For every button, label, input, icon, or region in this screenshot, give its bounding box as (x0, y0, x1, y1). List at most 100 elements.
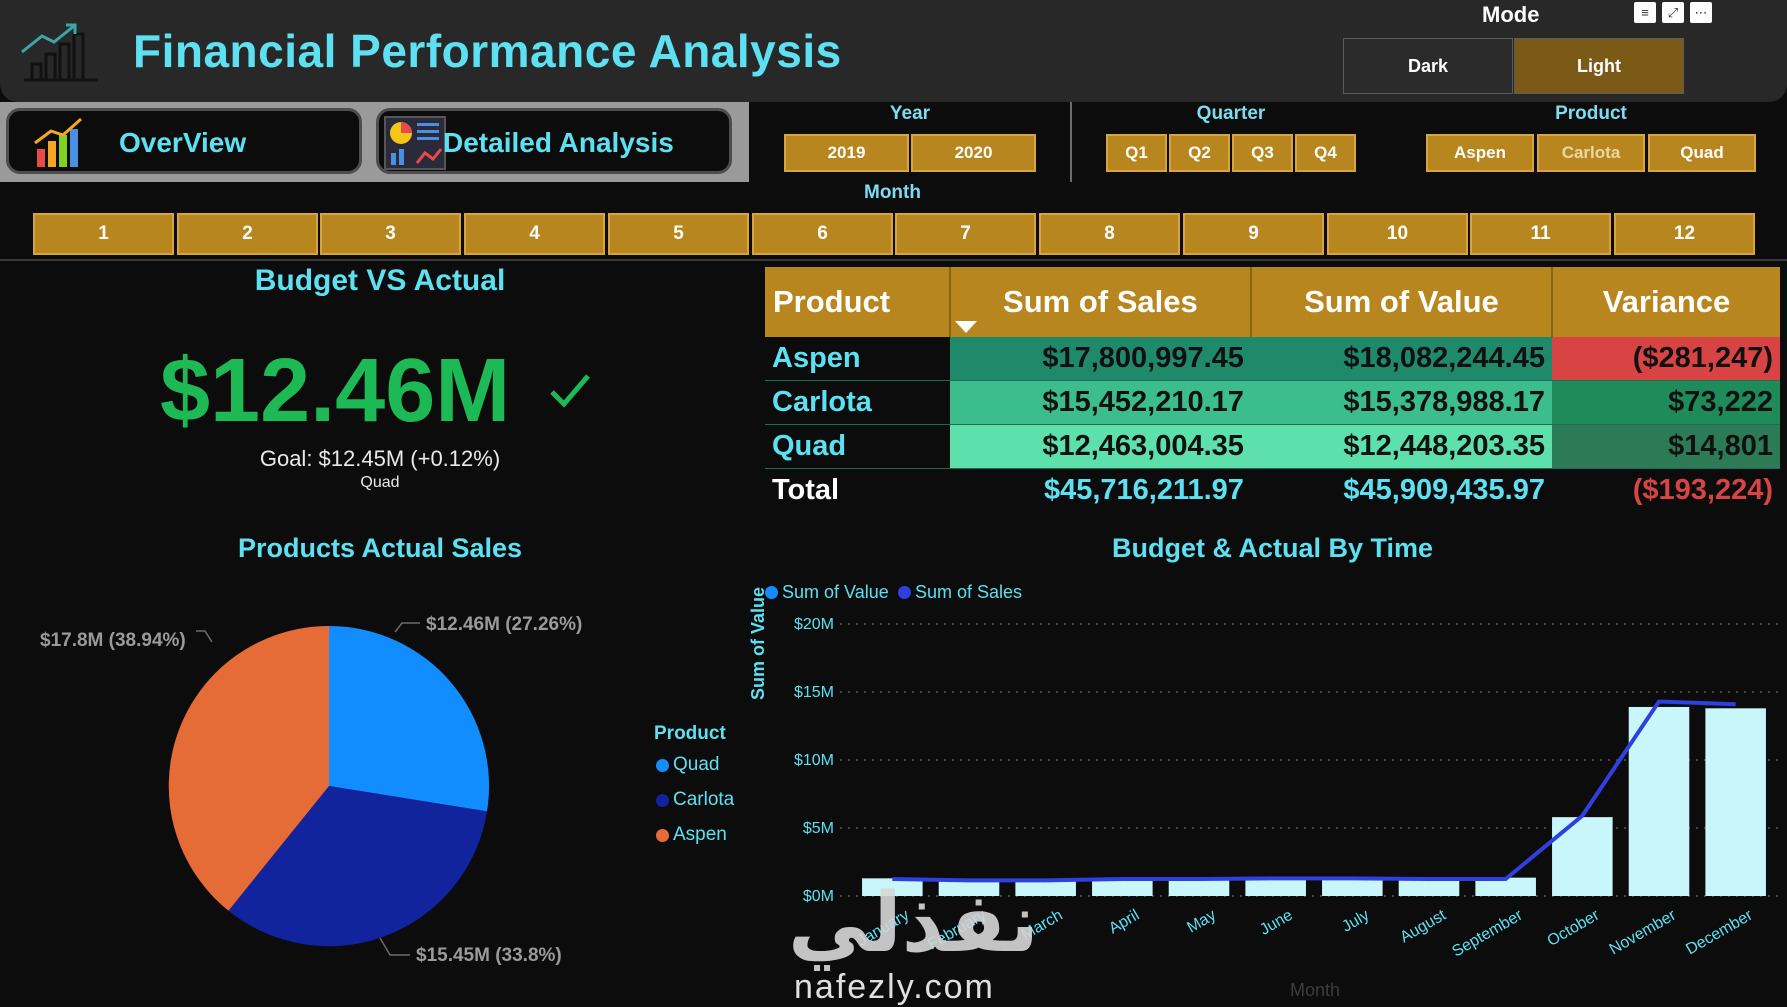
quarter-q3-button[interactable]: Q3 (1232, 134, 1293, 172)
table-total-label: Total (772, 474, 840, 506)
legend-label: Carlota (673, 789, 735, 810)
month-8-button[interactable]: 8 (1039, 213, 1180, 255)
colored-bar-chart-icon (34, 117, 82, 167)
x-tick-label: October (1545, 906, 1603, 950)
table-cell-value: $12,448,203.35 (1250, 424, 1552, 469)
legend-dot-icon (656, 758, 669, 772)
year-2020-button[interactable]: 2020 (911, 134, 1036, 172)
quarter-q1-button[interactable]: Q1 (1106, 134, 1167, 172)
quarter-slicer-title: Quarter (1196, 103, 1266, 124)
bar-july[interactable] (1322, 878, 1383, 896)
column-header-sum-of-value[interactable]: Sum of Value (1250, 267, 1553, 337)
x-tick-label: August (1397, 906, 1449, 946)
y-tick-label: $15M (794, 684, 834, 701)
filter-icon[interactable]: ≡ (1634, 2, 1656, 23)
detailed-analysis-nav-label: Detailed Analysis (443, 127, 674, 158)
month-5-button[interactable]: 5 (608, 213, 749, 255)
legend-dot-icon (898, 586, 911, 599)
y-tick-label: $20M (794, 616, 834, 633)
column-header-sum-of-sales[interactable]: Sum of Sales (949, 267, 1252, 337)
bar-april[interactable] (1092, 879, 1153, 896)
pie-label-carlota: $15.45M (33.8%) (416, 945, 562, 966)
bar-december[interactable] (1705, 708, 1766, 896)
month-9-button[interactable]: 9 (1183, 213, 1324, 255)
page-title: Financial Performance Analysis (133, 25, 842, 77)
combo-chart-title: Budget & Actual By Time (1111, 533, 1434, 563)
overview-nav-label: OverView (119, 127, 247, 158)
month-6-button[interactable]: 6 (752, 213, 893, 255)
table-cell-value: $15,378,988.17 (1250, 380, 1552, 425)
detailed-analysis-nav-button[interactable]: Detailed Analysis (376, 108, 732, 174)
table-cell-variance: $14,801 (1551, 424, 1780, 469)
mode-dark-button[interactable]: Dark (1343, 38, 1513, 94)
table-cell-product: Carlota (765, 380, 950, 425)
legend-item-aspen[interactable]: Aspen (656, 824, 727, 846)
watermark-latin: nafezly.com (794, 968, 995, 1006)
month-12-button[interactable]: 12 (1614, 213, 1755, 255)
bar-august[interactable] (1398, 879, 1460, 896)
legend-label: Quad (673, 754, 720, 775)
table-cell-sales: $17,800,997.45 (949, 337, 1251, 381)
pie-label-aspen: $17.8M (38.94%) (40, 630, 186, 651)
x-tick-label: December (1683, 906, 1756, 958)
quarter-q2-button[interactable]: Q2 (1169, 134, 1230, 172)
bar-chart-trend-icon (21, 23, 98, 82)
month-7-button[interactable]: 7 (895, 213, 1036, 255)
checkmark-icon (550, 374, 590, 408)
column-header-product[interactable]: Product (765, 267, 951, 337)
overview-nav-button[interactable]: OverView (6, 108, 362, 174)
table-total-row: Total $45,716,211.97 $45,909,435.97 ($19… (765, 469, 1780, 513)
legend-item-quad[interactable]: Quad (656, 754, 719, 776)
year-2019-button[interactable]: 2019 (784, 134, 909, 172)
mode-label: Mode (1482, 2, 1540, 27)
quarter-q4-button[interactable]: Q4 (1295, 134, 1356, 172)
table-cell-product: Aspen (765, 337, 950, 381)
legend-item-carlota[interactable]: Carlota (656, 789, 734, 811)
bar-may[interactable] (1168, 879, 1230, 896)
table-row: Quad $12,463,004.35 $12,448,203.35 $14,8… (765, 424, 1780, 469)
legend-label: Aspen (673, 824, 727, 845)
sort-descending-icon[interactable] (954, 321, 977, 333)
slicer-divider (1070, 102, 1072, 182)
table-total-variance: ($193,224) (1632, 474, 1773, 506)
product-aspen-button[interactable]: Aspen (1426, 134, 1534, 172)
section-divider (0, 259, 1787, 261)
mode-light-button[interactable]: Light (1514, 38, 1684, 94)
pie-label-quad: $12.46M (27.26%) (426, 614, 583, 635)
table-cell-sales: $15,452,210.17 (949, 380, 1251, 425)
x-tick-label: June (1257, 907, 1296, 939)
legend-dot-icon (656, 828, 669, 842)
x-tick-label: July (1339, 907, 1372, 936)
month-10-button[interactable]: 10 (1327, 213, 1468, 255)
month-2-button[interactable]: 2 (177, 213, 318, 255)
x-tick-label: September (1449, 906, 1526, 960)
bar-october[interactable] (1552, 817, 1613, 896)
month-4-button[interactable]: 4 (464, 213, 605, 255)
more-options-icon[interactable]: ⋯ (1690, 2, 1712, 23)
sales-matrix-table: Product Sum of Sales Sum of Value Varian… (765, 267, 1780, 512)
table-cell-sales: $12,463,004.35 (949, 424, 1251, 469)
product-carlota-button[interactable]: Carlota (1537, 134, 1645, 172)
legend-dot-icon (656, 793, 669, 807)
kpi-title: Budget VS Actual (254, 264, 506, 297)
table-row: Aspen $17,800,997.45 $18,082,244.45 ($28… (765, 337, 1780, 381)
pie-leader-aspen (196, 630, 213, 643)
watermark-arabic: نفذلي (788, 878, 1039, 969)
x-tick-label: May (1184, 907, 1219, 937)
pie-leader-carlota (379, 937, 410, 956)
column-header-variance[interactable]: Variance (1551, 267, 1780, 337)
x-tick-label: April (1106, 907, 1142, 938)
table-cell-product: Quad (765, 424, 950, 469)
month-11-button[interactable]: 11 (1470, 213, 1611, 255)
table-total-sales: $45,716,211.97 (1043, 474, 1244, 506)
month-3-button[interactable]: 3 (320, 213, 461, 255)
pie-slice-quad[interactable] (329, 626, 490, 812)
month-1-button[interactable]: 1 (33, 213, 174, 255)
year-slicer-title: Year (889, 103, 931, 124)
combo-x-axis-title: Month (1290, 980, 1341, 1000)
pie-leader-quad (394, 622, 420, 633)
product-quad-button[interactable]: Quad (1648, 134, 1756, 172)
table-cell-variance: $73,222 (1551, 380, 1780, 425)
pie-legend-title: Product (654, 723, 726, 744)
focus-mode-icon[interactable]: ⤢ (1662, 2, 1684, 23)
